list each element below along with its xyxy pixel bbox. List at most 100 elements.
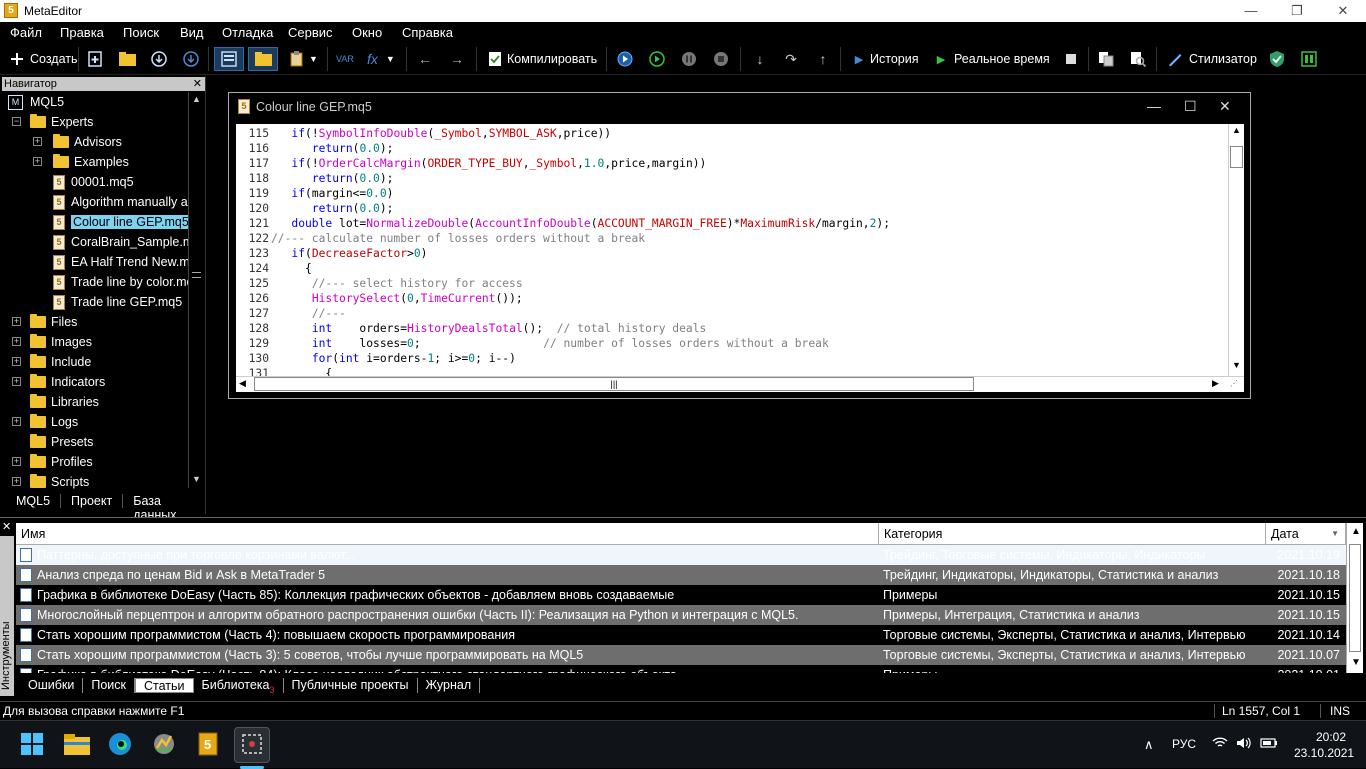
menu-file[interactable]: Файл bbox=[10, 25, 42, 40]
stylizer-button[interactable]: Стилизатор bbox=[1166, 47, 1257, 71]
menu-window[interactable]: Окно bbox=[352, 25, 382, 40]
editor-minimize-button[interactable]: — bbox=[1147, 98, 1161, 114]
tree-folder[interactable]: + Examples bbox=[33, 152, 129, 172]
code-vertical-scrollbar[interactable]: ▲ ▼ bbox=[1228, 124, 1244, 376]
toolbox-tab[interactable]: Публичные проекты bbox=[284, 677, 418, 693]
code-area[interactable]: 115 if(!SymbolInfoDouble(_Symbol,SYMBOL_… bbox=[236, 124, 1228, 376]
navigator-tab-database[interactable]: База данных bbox=[123, 494, 206, 522]
maximize-button[interactable]: ❐ bbox=[1274, 0, 1320, 22]
tree-folder[interactable]: + Indicators bbox=[12, 372, 105, 392]
expand-icon[interactable]: + bbox=[33, 157, 42, 166]
debug-real-button[interactable] bbox=[616, 47, 634, 71]
table-scrollbar[interactable]: ▲ ▼ bbox=[1346, 523, 1363, 673]
expand-icon[interactable]: + bbox=[33, 137, 42, 146]
code-scroll-up-icon[interactable]: ▲ bbox=[1232, 125, 1241, 135]
code-hscroll-thumb[interactable]: ||| bbox=[254, 377, 974, 391]
code-scroll-down-icon[interactable]: ▼ bbox=[1232, 360, 1241, 370]
scroll-thumb[interactable] bbox=[192, 272, 201, 278]
table-row[interactable]: Графика в библиотеке DoEasy (Часть 84): … bbox=[16, 665, 1363, 673]
code-line[interactable]: 115 if(!SymbolInfoDouble(_Symbol,SYMBOL_… bbox=[236, 126, 1228, 141]
table-scroll-up-icon[interactable]: ▲ bbox=[1351, 526, 1361, 537]
code-scroll-thumb[interactable] bbox=[1230, 146, 1243, 168]
toolbox-tab[interactable]: Статьи bbox=[135, 677, 194, 693]
code-line[interactable]: 120 return(0.0); bbox=[236, 201, 1228, 216]
toolbox-toggle-button[interactable] bbox=[248, 47, 278, 71]
navigator-scrollbar[interactable]: ▲ ▼ bbox=[188, 92, 204, 488]
paste-button[interactable]: ▼ bbox=[288, 47, 318, 71]
menu-tools[interactable]: Сервис bbox=[288, 25, 333, 40]
code-line[interactable]: 119 if(margin<=0.0) bbox=[236, 186, 1228, 201]
column-header-category[interactable]: Категория bbox=[879, 523, 1266, 545]
code-line[interactable]: 121 double lot=NormalizeDouble(AccountIn… bbox=[236, 216, 1228, 231]
code-line[interactable]: 124 { bbox=[236, 261, 1228, 276]
snipping-tool-button[interactable] bbox=[234, 727, 270, 763]
compile-button[interactable]: Компилировать bbox=[486, 47, 597, 71]
table-row[interactable]: Стать хорошим программистом (Часть 3): 5… bbox=[16, 645, 1363, 665]
menu-edit[interactable]: Правка bbox=[60, 25, 104, 40]
tree-file[interactable]: 5 EA Half Trend New.mc bbox=[53, 252, 196, 272]
column-header-name[interactable]: Имя bbox=[16, 523, 879, 545]
vps-button[interactable] bbox=[1268, 47, 1286, 71]
battery-icon[interactable] bbox=[1260, 737, 1278, 752]
toolbox-tab[interactable]: Ошибки bbox=[16, 677, 84, 693]
tree-folder[interactable]: − Experts bbox=[12, 112, 93, 132]
tree-file[interactable]: 5 00001.mq5 bbox=[53, 172, 134, 192]
tree-folder[interactable]: + Logs bbox=[12, 412, 78, 432]
code-line[interactable]: 118 return(0.0); bbox=[236, 171, 1228, 186]
download-button[interactable] bbox=[150, 47, 168, 71]
editor-close-button[interactable]: ✕ bbox=[1219, 98, 1231, 115]
back-button[interactable]: ← bbox=[416, 47, 434, 71]
code-line[interactable]: 130 for(int i=orders-1; i>=0; i--) bbox=[236, 351, 1228, 366]
new-document-button[interactable] bbox=[86, 47, 104, 71]
tree-root-mql5[interactable]: M MQL5 bbox=[8, 92, 64, 112]
tree-file[interactable]: 5 Trade line GEP.mq5 bbox=[53, 292, 182, 312]
table-row[interactable]: Анализ спреда по ценам Bid и Ask в MetaT… bbox=[16, 565, 1363, 585]
navigator-tab-project[interactable]: Проект bbox=[61, 494, 124, 508]
table-row[interactable]: Графика в библиотеке DoEasy (Часть 85): … bbox=[16, 585, 1363, 605]
step-out-button[interactable]: ↑ bbox=[814, 47, 832, 71]
expand-icon[interactable]: + bbox=[12, 457, 21, 466]
start-button[interactable] bbox=[14, 727, 50, 763]
functions-dropdown-icon[interactable]: ▼ bbox=[386, 54, 395, 64]
open-button[interactable] bbox=[118, 47, 136, 71]
functions-button[interactable]: fx ▼ bbox=[367, 47, 395, 71]
code-scroll-left-icon[interactable]: ◀ bbox=[239, 378, 246, 389]
close-button[interactable]: ✕ bbox=[1320, 0, 1366, 22]
column-header-date[interactable]: Дата ▼ bbox=[1266, 523, 1346, 545]
code-line[interactable]: 123 if(DecreaseFactor>0) bbox=[236, 246, 1228, 261]
tree-folder[interactable]: + Images bbox=[12, 332, 92, 352]
menu-debug[interactable]: Отладка bbox=[222, 25, 273, 40]
code-line[interactable]: 117 if(!OrderCalcMargin(ORDER_TYPE_BUY,_… bbox=[236, 156, 1228, 171]
scroll-up-icon[interactable]: ▲ bbox=[192, 94, 201, 104]
compare-button[interactable] bbox=[1097, 47, 1115, 71]
tree-folder[interactable]: + Scripts bbox=[12, 472, 89, 492]
expand-icon[interactable]: + bbox=[12, 477, 21, 486]
forward-button[interactable]: → bbox=[448, 47, 466, 71]
tree-folder[interactable]: Presets bbox=[30, 432, 93, 452]
tree-folder[interactable]: + Profiles bbox=[12, 452, 93, 472]
code-line[interactable]: 125 //--- select history for access bbox=[236, 276, 1228, 291]
volume-icon[interactable] bbox=[1236, 737, 1252, 752]
realtime-button[interactable]: ▶ Реальное время bbox=[932, 47, 1050, 71]
metaeditor-taskbar-button[interactable]: 5 bbox=[190, 727, 226, 763]
expand-icon[interactable]: + bbox=[12, 377, 21, 386]
navigator-close-icon[interactable]: ✕ bbox=[193, 77, 202, 91]
tree-file[interactable]: 5 Algorithm manually a bbox=[53, 192, 188, 212]
variables-button[interactable]: VAR bbox=[336, 47, 354, 71]
edge-button[interactable] bbox=[102, 727, 138, 763]
code-scroll-right-icon[interactable]: ▶ bbox=[1212, 378, 1219, 389]
tree-folder[interactable]: + Advisors bbox=[33, 132, 122, 152]
pause-button[interactable] bbox=[680, 47, 698, 71]
code-line[interactable]: 131 { bbox=[236, 366, 1228, 376]
scroll-down-icon[interactable]: ▼ bbox=[192, 474, 201, 484]
table-row[interactable]: Паттерны, доступные при торговле корзина… bbox=[16, 545, 1363, 565]
expand-icon[interactable]: + bbox=[12, 337, 21, 346]
metatrader-button[interactable] bbox=[146, 727, 182, 763]
tree-folder[interactable]: + Include bbox=[12, 352, 91, 372]
tree-file[interactable]: 5 CoralBrain_Sample.mc bbox=[53, 232, 200, 252]
tree-file[interactable]: 5 Trade line by color.mc bbox=[53, 272, 193, 292]
tree-folder[interactable]: Libraries bbox=[30, 392, 99, 412]
show-hidden-icons-icon[interactable]: ∧ bbox=[1144, 737, 1154, 753]
language-indicator[interactable]: РУС bbox=[1172, 737, 1196, 751]
table-row[interactable]: Многослойный перцептрон и алгоритм обрат… bbox=[16, 605, 1363, 625]
